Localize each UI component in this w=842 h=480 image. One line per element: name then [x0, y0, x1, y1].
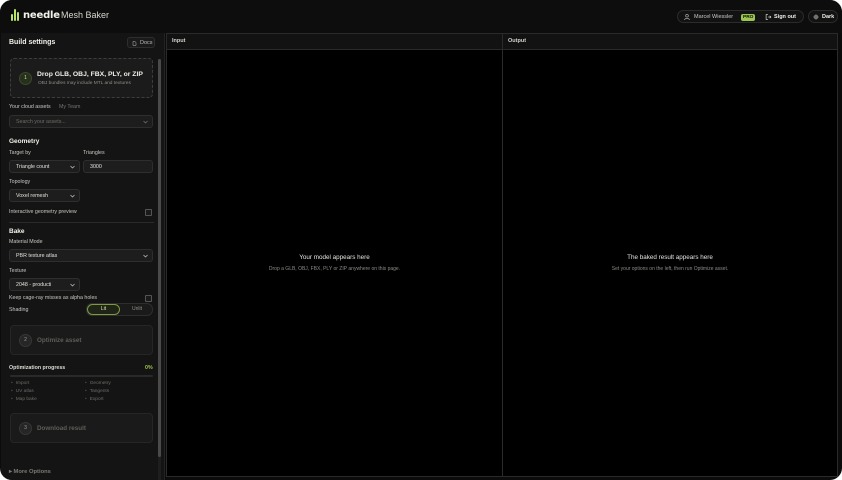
- input-pane-header: Input: [167, 34, 502, 50]
- more-options-toggle[interactable]: ▸ More Options: [9, 469, 51, 475]
- output-pane-header: Output: [503, 34, 837, 50]
- logo-text: needle: [23, 9, 60, 21]
- geometry-preview-label: Interactive geometry preview: [9, 209, 77, 215]
- shading-lit-option[interactable]: Lit: [87, 304, 120, 315]
- target-by-select[interactable]: Triangle count: [9, 160, 80, 173]
- cloud-assets-label: Your cloud assets: [9, 104, 51, 110]
- optimize-asset-label: Optimize asset: [37, 337, 82, 344]
- build-settings-sidebar: Build settings Docs 1 Drop GLB, OBJ, FBX…: [1, 33, 165, 480]
- user-account-pill: Marcel Wiessler PRO Sign out: [677, 10, 804, 23]
- docs-label: Docs: [140, 40, 153, 46]
- chevron-down-icon: [143, 120, 148, 124]
- theme-label: Dark: [822, 13, 835, 20]
- app-window: needle Mesh Baker Marcel Wiessler PRO Si…: [0, 0, 842, 480]
- step-number: 3: [19, 422, 32, 435]
- chevron-down-icon: [70, 165, 75, 169]
- progress-percent: 0%: [145, 365, 153, 371]
- download-result-label: Download result: [37, 425, 86, 432]
- topology-label: Topology: [9, 179, 31, 185]
- shading-toggle: Lit Unlit: [86, 303, 153, 316]
- progress-label: Optimization progress: [9, 365, 66, 371]
- shading-label: Shading: [9, 307, 29, 313]
- user-name: Marcel Wiessler: [694, 13, 734, 20]
- output-pane[interactable]: Output The baked result appears here Set…: [502, 33, 838, 477]
- sidebar-scrollbar[interactable]: [158, 59, 161, 480]
- output-placeholder-message: The baked result appears here: [627, 254, 713, 261]
- optimize-asset-button[interactable]: 2 Optimize asset: [10, 325, 153, 355]
- material-mode-label: Material Mode: [9, 239, 43, 245]
- top-bar: needle Mesh Baker Marcel Wiessler PRO Si…: [0, 0, 842, 33]
- needle-logo-icon: [11, 9, 20, 21]
- texture-select[interactable]: 2048 - producti: [9, 278, 80, 291]
- app-name: Mesh Baker: [61, 10, 110, 20]
- scrollbar-thumb[interactable]: [158, 59, 161, 457]
- asset-search-input[interactable]: Search your assets...: [9, 115, 153, 128]
- output-placeholder-hint: Set your options on the left, then run O…: [611, 266, 729, 272]
- topology-select[interactable]: Voxel remesh: [9, 189, 80, 202]
- texture-value: 2048 - producti: [16, 282, 52, 288]
- input-pane-title: Input: [172, 38, 186, 44]
- material-mode-value: PBR texture atlas: [16, 253, 58, 259]
- user-icon: [684, 14, 690, 20]
- sun-icon: [813, 14, 819, 20]
- file-drop-zone[interactable]: 1 Drop GLB, OBJ, FBX, PLY, or ZIP OBJ bu…: [10, 58, 153, 98]
- task-item: Tangents: [85, 389, 109, 394]
- task-item: UV atlas: [11, 389, 34, 394]
- input-pane[interactable]: Input Your model appears here Drop a GLB…: [166, 33, 503, 477]
- task-item: Geometry: [85, 381, 111, 386]
- chevron-down-icon: [70, 194, 75, 198]
- triangles-input[interactable]: 3000: [83, 160, 153, 173]
- more-options-label: More Options: [13, 469, 51, 475]
- docs-button[interactable]: Docs: [127, 37, 155, 48]
- document-icon: [132, 40, 137, 46]
- triangles-value: 3000: [90, 164, 102, 170]
- chevron-down-icon: [70, 283, 75, 287]
- needle-logo[interactable]: needle: [11, 9, 60, 21]
- step-number: 2: [19, 334, 32, 347]
- sign-out-icon[interactable]: [765, 14, 772, 20]
- shading-unlit-option[interactable]: Unlit: [121, 304, 153, 315]
- output-pane-title: Output: [508, 38, 527, 44]
- pro-badge: PRO: [741, 13, 756, 21]
- section-divider: [9, 222, 154, 223]
- theme-toggle-button[interactable]: Dark: [808, 10, 838, 23]
- task-item: Import: [11, 381, 30, 386]
- step-number: 1: [19, 72, 32, 85]
- drop-zone-title: Drop GLB, OBJ, FBX, PLY, or ZIP: [37, 71, 143, 78]
- input-placeholder-message: Your model appears here: [299, 254, 370, 261]
- texture-label: Texture: [9, 268, 27, 274]
- target-by-value: Triangle count: [16, 164, 50, 170]
- chevron-down-icon: [143, 254, 148, 258]
- cage-ray-checkbox[interactable]: [145, 295, 152, 302]
- material-mode-select[interactable]: PBR texture atlas: [9, 249, 153, 262]
- geometry-heading: Geometry: [9, 138, 40, 145]
- progress-bar: [10, 375, 153, 377]
- build-settings-title: Build settings: [9, 39, 56, 46]
- drop-zone-subtitle: OBJ bundles may include MTL and textures: [38, 81, 131, 86]
- input-placeholder-hint: Drop a GLB, OBJ, FBX, PLY or ZIP anywher…: [268, 266, 401, 272]
- download-result-button[interactable]: 3 Download result: [10, 413, 153, 443]
- bake-heading: Bake: [9, 228, 25, 235]
- topology-value: Voxel remesh: [16, 193, 49, 199]
- triangles-label: Triangles: [83, 150, 105, 156]
- team-link[interactable]: My Team: [59, 104, 80, 110]
- task-item: Map bake: [11, 397, 37, 402]
- geometry-preview-checkbox[interactable]: [145, 209, 152, 216]
- cage-ray-label: Keep cage-ray misses as alpha holes: [9, 295, 98, 301]
- sign-out-button[interactable]: Sign out: [774, 14, 796, 20]
- task-item: Export: [85, 397, 104, 402]
- search-placeholder: Search your assets...: [16, 119, 66, 125]
- target-by-label: Target by: [9, 150, 31, 156]
